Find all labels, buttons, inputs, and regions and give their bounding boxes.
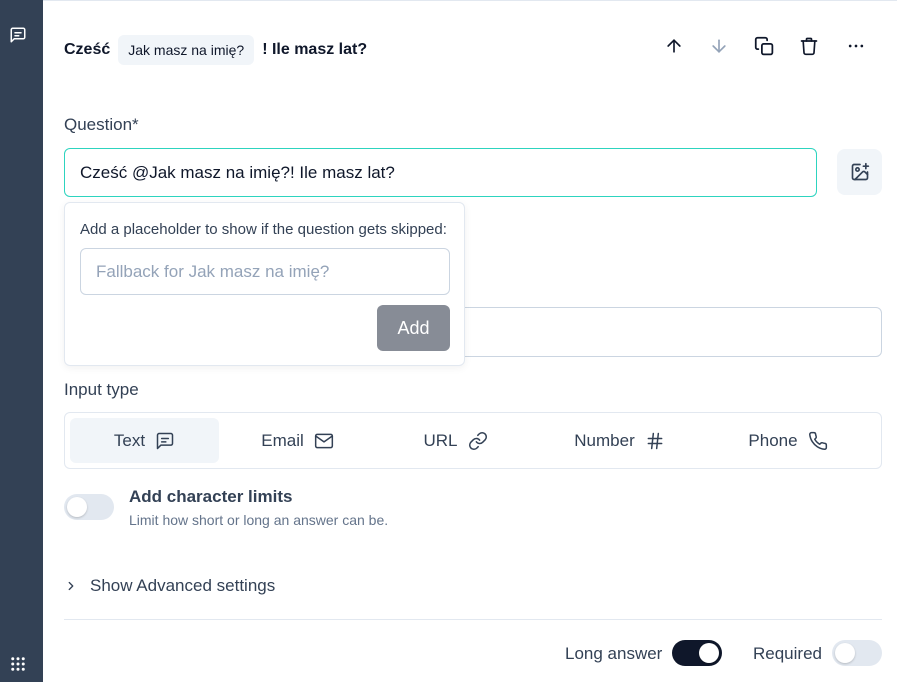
copy-icon [754, 36, 773, 55]
input-type-url[interactable]: URL [376, 418, 535, 463]
add-image-button[interactable] [837, 149, 882, 195]
input-type-url-label: URL [423, 430, 458, 450]
character-limits-description: Limit how short or long an answer can be… [129, 512, 389, 528]
character-limits-title: Add character limits [129, 487, 293, 506]
question-headline[interactable]: Cześć Jak masz na imię? ! Ile masz lat? [64, 35, 367, 65]
arrow-up-icon [667, 39, 681, 53]
message-square-icon [156, 432, 174, 449]
link-icon [468, 431, 487, 450]
duplicate-button[interactable] [752, 34, 776, 58]
left-sidebar-rail [0, 0, 43, 682]
more-horizontal-icon [848, 44, 864, 48]
question-card: Cześć Jak masz na imię? ! Ile masz lat? … [43, 0, 897, 682]
question-input-value: Cześć @Jak masz na imię?! Ile masz lat? [80, 162, 395, 182]
toggle-knob [835, 643, 855, 663]
mail-icon [314, 433, 333, 448]
recall-chip[interactable]: Jak masz na imię? [118, 35, 255, 65]
long-answer-toggle[interactable] [672, 640, 722, 666]
fallback-popover: Add a placeholder to show if the questio… [64, 202, 465, 366]
advanced-settings-label: Show Advanced settings [90, 576, 276, 595]
input-type-text[interactable]: Text [70, 418, 219, 463]
required-toggle[interactable] [832, 640, 882, 666]
input-type-label: Input type [64, 380, 139, 399]
headline-prefix: Cześć [64, 41, 111, 58]
hash-icon [647, 432, 663, 449]
fallback-message: Add a placeholder to show if the questio… [80, 221, 447, 238]
character-limits-toggle[interactable] [64, 494, 114, 520]
input-type-text-label: Text [113, 430, 146, 450]
input-type-number[interactable]: Number [535, 418, 704, 463]
move-up-button[interactable] [662, 34, 686, 58]
input-type-phone-label: Phone [748, 430, 798, 450]
fallback-input[interactable] [80, 248, 450, 295]
headline-suffix: ! Ile masz lat? [262, 41, 368, 58]
toggle-knob [67, 497, 87, 517]
grid-dots-icon[interactable] [9, 655, 27, 673]
question-label: Question* [64, 115, 139, 134]
input-type-phone[interactable]: Phone [704, 418, 872, 463]
arrow-down-icon [712, 39, 726, 53]
advanced-settings-toggle[interactable]: Show Advanced settings [64, 576, 275, 596]
add-fallback-button[interactable]: Add [377, 305, 450, 351]
divider [64, 619, 882, 620]
toggle-knob [699, 643, 719, 663]
input-type-selector: Text Email URL Number Phone [64, 412, 882, 469]
required-label: Required [753, 644, 822, 663]
long-answer-label: Long answer [565, 644, 663, 663]
more-options-button[interactable] [844, 34, 868, 58]
message-square-icon[interactable] [9, 26, 27, 44]
delete-button[interactable] [797, 34, 821, 58]
chevron-right-icon [68, 581, 74, 591]
image-plus-icon [851, 162, 869, 181]
input-type-email-label: Email [261, 430, 304, 450]
phone-icon [808, 431, 827, 450]
input-type-number-label: Number [574, 430, 635, 450]
input-type-email[interactable]: Email [219, 418, 376, 463]
move-down-button[interactable] [707, 34, 731, 58]
question-input[interactable]: Cześć @Jak masz na imię?! Ile masz lat? [64, 148, 817, 197]
trash-icon [800, 37, 818, 56]
